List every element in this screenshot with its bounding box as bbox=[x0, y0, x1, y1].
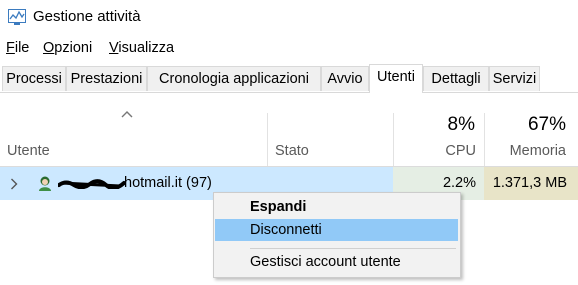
tab-strip: Processi Prestazioni Cronologia applicaz… bbox=[0, 64, 578, 93]
context-menu-divider bbox=[250, 248, 456, 249]
cpu-value: 2.2% bbox=[442, 175, 476, 191]
column-header-utente[interactable]: Utente bbox=[7, 143, 50, 159]
column-header-cpu[interactable]: CPU bbox=[445, 143, 476, 159]
tab-dettagli[interactable]: Dettagli bbox=[423, 66, 489, 91]
context-menu: Espandi Disconnetti Gestisci account ute… bbox=[213, 192, 461, 278]
column-separator[interactable] bbox=[393, 113, 394, 166]
tab-cronologia-applicazioni[interactable]: Cronologia applicazioni bbox=[147, 66, 321, 91]
tab-utenti[interactable]: Utenti bbox=[369, 64, 423, 93]
column-header: Utente Stato 8% CPU 67% Memoria bbox=[0, 93, 578, 167]
column-header-memoria[interactable]: Memoria bbox=[510, 143, 566, 159]
redaction-scribble bbox=[58, 179, 126, 189]
menu-visualizza[interactable]: Visualizza bbox=[109, 40, 174, 56]
tab-avvio[interactable]: Avvio bbox=[321, 66, 369, 91]
user-name: hotmail.it (97) bbox=[124, 175, 212, 191]
tab-prestazioni[interactable]: Prestazioni bbox=[66, 66, 147, 91]
menu-file[interactable]: File bbox=[6, 40, 29, 56]
menu-opzioni[interactable]: Opzioni bbox=[43, 40, 92, 56]
task-manager-icon bbox=[8, 9, 26, 25]
memory-total-percent: 67% bbox=[527, 114, 566, 135]
context-item-gestisci-account[interactable]: Gestisci account utente bbox=[215, 251, 458, 273]
menu-bar: File Opzioni Visualizza bbox=[0, 38, 578, 60]
cpu-total-percent: 8% bbox=[447, 114, 475, 135]
tab-processi[interactable]: Processi bbox=[2, 66, 66, 91]
context-item-disconnetti[interactable]: Disconnetti bbox=[215, 219, 458, 241]
sort-ascending-icon bbox=[121, 111, 133, 118]
window-title: Gestione attività bbox=[33, 8, 141, 25]
column-header-stato[interactable]: Stato bbox=[275, 143, 309, 159]
column-separator[interactable] bbox=[484, 113, 485, 166]
chevron-right-icon[interactable] bbox=[10, 178, 18, 190]
user-avatar-icon bbox=[39, 176, 51, 191]
tab-servizi[interactable]: Servizi bbox=[489, 66, 540, 91]
context-item-espandi[interactable]: Espandi bbox=[215, 196, 458, 218]
memory-value: 1.371,3 MB bbox=[492, 175, 567, 191]
title-bar: Gestione attività bbox=[0, 0, 578, 34]
column-separator[interactable] bbox=[267, 113, 268, 166]
